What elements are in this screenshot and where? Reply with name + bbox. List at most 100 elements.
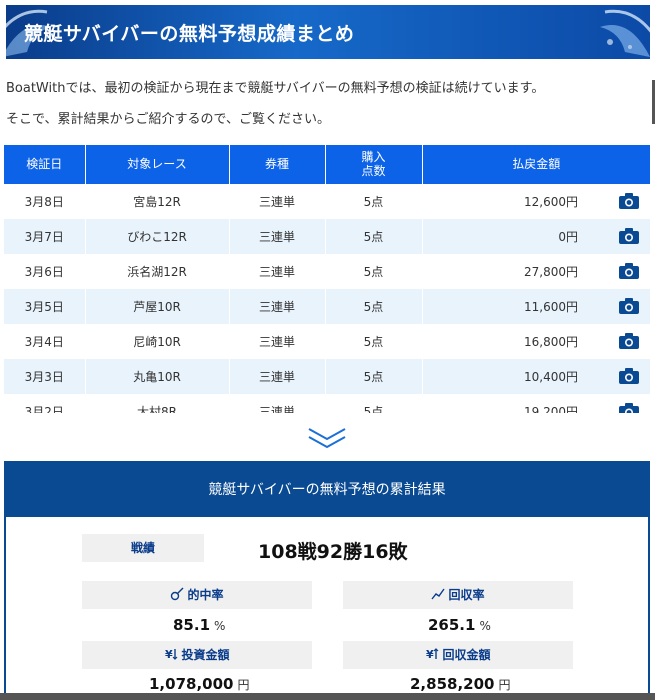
payout-amount: 16,800円: [524, 335, 578, 349]
cell-payout: 10,400円: [422, 359, 650, 394]
cell-date: 3月5日: [4, 289, 86, 324]
column-header-points: 購入 点数: [325, 145, 423, 184]
cell-payout: 19,200円: [422, 394, 650, 413]
cell-ticket: 三連単: [229, 289, 326, 324]
hit-rate-label-text: 的中率: [187, 588, 224, 602]
cell-ticket: 三連単: [229, 254, 326, 289]
payout-amount: 27,800円: [524, 265, 578, 279]
cell-ticket: 三連単: [229, 219, 326, 254]
hit-rate-unit: %: [214, 619, 226, 633]
intro-text: BoatWithでは、最初の検証から現在まで競艇サバイバーの無料予想の検証は続け…: [6, 81, 545, 96]
column-header-points-line1: 購入: [361, 149, 386, 164]
cell-payout: 11,600円: [422, 289, 650, 324]
column-header-ticket: 券種: [229, 145, 326, 184]
window-bottom-edge: [0, 693, 655, 700]
camera-icon[interactable]: [619, 228, 639, 244]
return-value: 2,858,200 円: [410, 675, 510, 693]
record-label: 戦績: [82, 534, 204, 562]
yen-down-icon: ¥: [165, 648, 178, 661]
wave-decoration-icon: [600, 9, 650, 57]
cell-payout: 16,800円: [422, 324, 650, 359]
cell-race: 浜名湖12R: [85, 254, 230, 289]
table-row: 3月6日 浜名湖12R 三連単 5点 27,800円: [4, 254, 650, 289]
cell-date: 3月3日: [4, 359, 86, 394]
camera-icon[interactable]: [619, 368, 639, 384]
recovery-rate-label-text: 回収率: [448, 588, 485, 602]
summary-title: 競艇サバイバーの無料予想の累計結果: [6, 463, 648, 517]
cell-race: 尼崎10R: [85, 324, 230, 359]
intro-text: そこで、累計結果からご紹介するので、ご覧ください。: [6, 112, 330, 127]
cell-points: 5点: [325, 254, 423, 289]
recovery-rate-number: 265.1: [428, 616, 476, 634]
investment-number: 1,078,000: [149, 675, 234, 693]
cell-date: 3月4日: [4, 324, 86, 359]
results-table: 検証日 対象レース 券種 購入 点数 払戻金額 3月8日 宮島12R 三連単 5点 12…: [4, 145, 650, 413]
investment-label-text: 投資金額: [181, 648, 230, 662]
table-row: 3月3日 丸亀10R 三連単 5点 10,400円: [4, 359, 650, 394]
cell-payout: 27,800円: [422, 254, 650, 289]
payout-amount: 12,600円: [524, 195, 578, 209]
yen-up-icon: ¥: [426, 648, 439, 661]
column-header-payout: 払戻金額: [422, 145, 650, 184]
cell-points: 5点: [325, 394, 423, 413]
camera-icon[interactable]: [619, 193, 639, 209]
payout-amount: 11,600円: [524, 300, 578, 314]
cell-race: 芦屋10R: [85, 289, 230, 324]
hit-rate-number: 85.1: [173, 616, 211, 634]
recovery-rate-label: 回収率: [343, 581, 573, 609]
hit-rate-value: 85.1%: [173, 616, 225, 634]
cell-date: 3月2日: [4, 394, 86, 413]
recovery-rate-value: 265.1%: [428, 616, 491, 634]
page-title: 競艇サバイバーの無料予想成績まとめ: [24, 23, 355, 45]
trend-up-icon: [431, 588, 446, 600]
column-header-race: 対象レース: [85, 145, 230, 184]
camera-icon[interactable]: [619, 298, 639, 314]
cell-payout: 0円: [422, 219, 650, 254]
recovery-rate-unit: %: [479, 619, 491, 633]
cell-points: 5点: [325, 184, 423, 219]
return-label: ¥ 回収金額: [343, 641, 573, 669]
investment-label: ¥ 投資金額: [82, 641, 312, 669]
cell-race: 宮島12R: [85, 184, 230, 219]
cell-points: 5点: [325, 324, 423, 359]
cell-date: 3月6日: [4, 254, 86, 289]
payout-amount: 10,400円: [524, 370, 578, 384]
cell-race: 大村8R: [85, 394, 230, 413]
return-label-text: 回収金額: [442, 648, 491, 662]
results-table-container[interactable]: 検証日 対象レース 券種 購入 点数 払戻金額 3月8日 宮島12R 三連単 5点 12…: [4, 145, 650, 413]
cell-date: 3月7日: [4, 219, 86, 254]
double-chevron-down-icon[interactable]: [307, 427, 347, 449]
page-title-banner: 競艇サバイバーの無料予想成績まとめ: [6, 5, 650, 59]
investment-unit: 円: [237, 678, 250, 692]
column-header-date: 検証日: [4, 145, 86, 184]
investment-value: 1,078,000 円: [149, 675, 249, 693]
payout-amount: 0円: [558, 230, 578, 244]
cell-race: 丸亀10R: [85, 359, 230, 394]
cell-points: 5点: [325, 219, 423, 254]
return-unit: 円: [498, 678, 511, 692]
cell-ticket: 三連単: [229, 394, 326, 413]
cell-ticket: 三連単: [229, 324, 326, 359]
cell-points: 5点: [325, 359, 423, 394]
svg-text:¥: ¥: [426, 648, 434, 661]
svg-text:¥: ¥: [165, 648, 173, 661]
cell-points: 5点: [325, 289, 423, 324]
hit-rate-label: 的中率: [82, 581, 312, 609]
cell-date: 3月8日: [4, 184, 86, 219]
camera-icon[interactable]: [619, 333, 639, 349]
record-value: 108戦92勝16敗: [258, 541, 408, 563]
camera-icon[interactable]: [619, 263, 639, 279]
cell-payout: 12,600円: [422, 184, 650, 219]
table-row: 3月2日 大村8R 三連単 5点 19,200円: [4, 394, 650, 413]
camera-icon[interactable]: [619, 403, 639, 413]
cell-race: びわこ12R: [85, 219, 230, 254]
target-icon: [171, 587, 184, 601]
return-number: 2,858,200: [410, 675, 495, 693]
table-row: 3月8日 宮島12R 三連単 5点 12,600円: [4, 184, 650, 219]
table-header-row: 検証日 対象レース 券種 購入 点数 払戻金額: [4, 145, 650, 184]
table-row: 3月7日 びわこ12R 三連単 5点 0円: [4, 219, 650, 254]
cell-ticket: 三連単: [229, 184, 326, 219]
table-row: 3月5日 芦屋10R 三連単 5点 11,600円: [4, 289, 650, 324]
cell-ticket: 三連単: [229, 359, 326, 394]
cumulative-results-panel: 競艇サバイバーの無料予想の累計結果 戦績 108戦92勝16敗 的中率 85.1…: [4, 461, 650, 700]
